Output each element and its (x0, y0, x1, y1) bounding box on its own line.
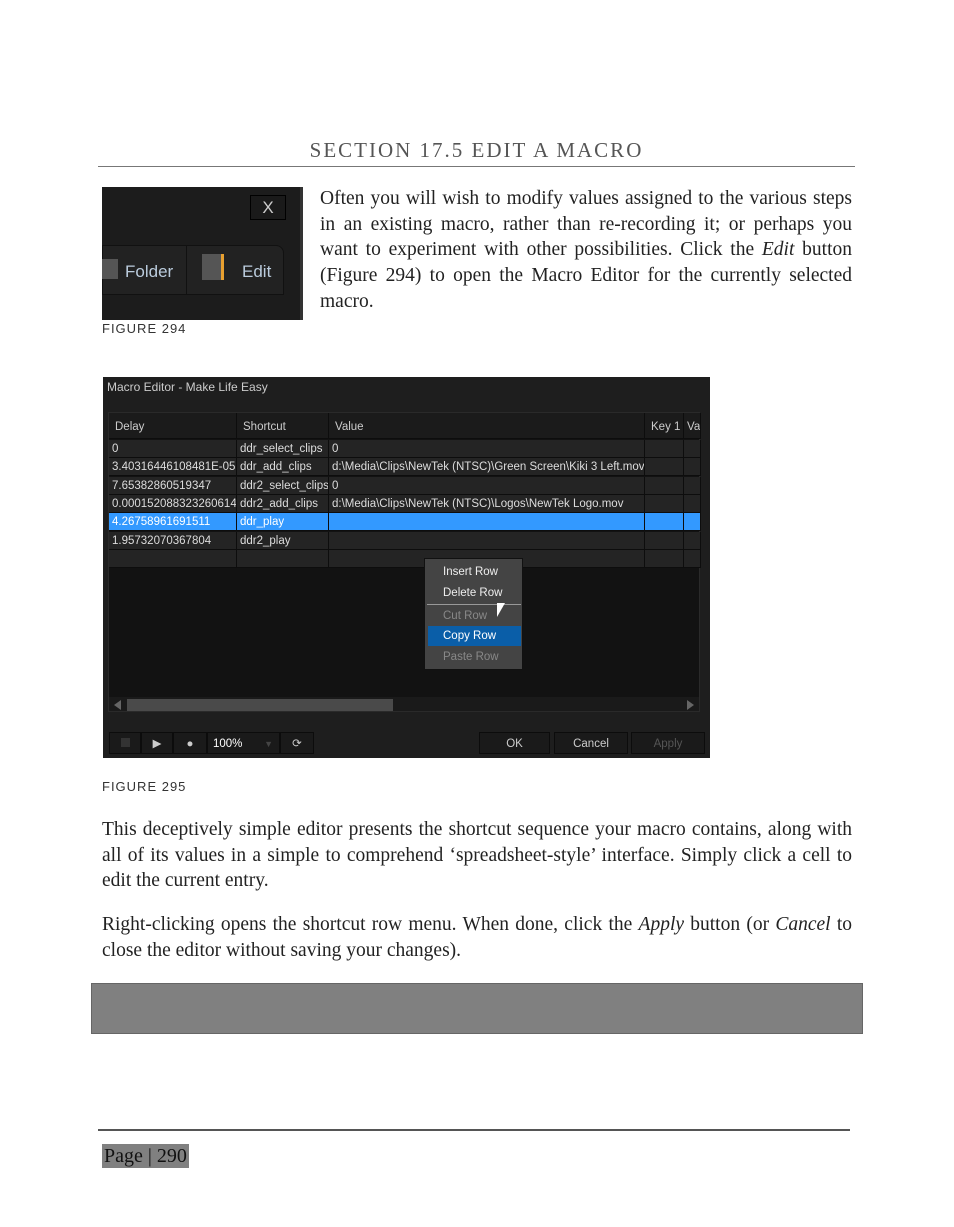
stop-icon (120, 738, 130, 747)
table-row[interactable] (109, 549, 701, 568)
table-cell[interactable]: 0.000152088323260614 (109, 494, 237, 513)
paragraph-editor-description: This deceptively simple editor presents … (102, 819, 852, 892)
ok-button[interactable]: OK (479, 732, 550, 754)
table-cell[interactable]: 7.65382860519347 (109, 476, 237, 495)
text-em: Apply (638, 914, 685, 935)
table-row[interactable]: 4.26758961691511 ddr_play (109, 513, 701, 532)
play-icon: ▶ (152, 738, 162, 750)
stop-button[interactable] (109, 732, 141, 754)
table-cell[interactable] (684, 440, 701, 458)
table-cell[interactable] (684, 513, 701, 532)
figure-295-caption: FIGURE 295 (102, 779, 187, 794)
table-row[interactable]: 3.40316446108481E-05 ddr_add_clips d:\Medi… (109, 458, 701, 477)
table-cell[interactable] (645, 531, 684, 550)
scroll-left-icon[interactable] (114, 700, 121, 710)
menu-item-insert-row[interactable]: Insert Row (428, 562, 521, 582)
context-menu: Insert Row Delete Row Cut Row Copy Row Paste… (424, 558, 523, 670)
table-row[interactable]: 0.000152088323260614 ddr2_add_clips d:\Med… (109, 494, 701, 513)
text: Right-clicking opens the shortcut row me… (102, 914, 639, 935)
table-cell[interactable]: d:\Media\Clips\NewTek (NTSC)\Green Scree… (329, 458, 645, 477)
text-em: Edit (761, 239, 795, 261)
chevron-down-icon: ▼ (264, 739, 273, 749)
table-cell[interactable] (329, 513, 645, 532)
mouse-cursor-icon (497, 603, 505, 617)
table-cell[interactable]: 0 (109, 440, 237, 458)
table-cell[interactable]: 1.95732070367804 (109, 531, 237, 550)
play-button[interactable]: ▶ (141, 732, 173, 754)
table-cell[interactable]: ddr2_play (237, 531, 329, 550)
menu-separator (427, 604, 521, 605)
scrollbar-thumb[interactable] (127, 699, 393, 711)
table-cell[interactable]: 0 (329, 440, 645, 458)
table-cell[interactable] (645, 440, 684, 458)
paragraph-right-click: Right-clicking opens the shortcut row me… (102, 912, 852, 963)
table-cell[interactable] (684, 549, 701, 568)
table-cell[interactable] (109, 549, 237, 568)
table-cell[interactable] (329, 531, 645, 550)
folder-button[interactable]: Folder (125, 262, 173, 282)
section-heading: SECTION 17.5 EDIT A MACRO (98, 138, 855, 167)
macro-grid: Delay Shortcut Value Key 1 Va 0 ddr_selec… (108, 412, 701, 712)
menu-item-delete-row[interactable]: Delete Row (428, 583, 521, 603)
column-header-value[interactable]: Value (329, 413, 645, 439)
column-header-delay[interactable]: Delay (109, 413, 237, 439)
table-cell[interactable] (684, 458, 701, 477)
apply-button[interactable]: Apply (631, 732, 705, 754)
footer-divider (98, 1129, 850, 1131)
edit-pencil-icon (202, 254, 224, 280)
figure-294-image: X Folder Edit (102, 187, 303, 320)
folder-icon (102, 259, 118, 279)
table-cell[interactable]: ddr_select_clips (237, 440, 329, 458)
table-cell[interactable] (237, 549, 329, 568)
close-button[interactable]: X (250, 195, 286, 220)
table-cell[interactable] (645, 513, 684, 532)
table-cell[interactable] (645, 476, 684, 495)
table-cell[interactable] (684, 494, 701, 513)
table-row[interactable]: 1.95732070367804 ddr2_play (109, 531, 701, 550)
menu-item-cut-row[interactable]: Cut Row (428, 606, 521, 626)
table-cell[interactable] (645, 458, 684, 477)
text-em: Cancel (775, 914, 831, 935)
refresh-icon: ⟳ (292, 738, 302, 750)
intro-paragraph: Often you will wish to modify values ass… (320, 186, 852, 315)
menu-item-copy-row[interactable]: Copy Row (428, 626, 521, 646)
window-title: Macro Editor - Make Life Easy (107, 380, 268, 394)
column-header-key1[interactable]: Key 1 (645, 413, 684, 439)
divider (186, 245, 187, 295)
table-cell[interactable] (645, 549, 684, 568)
column-header-shortcut[interactable]: Shortcut (237, 413, 329, 439)
table-cell[interactable]: ddr2_select_clips (237, 476, 329, 495)
record-button[interactable]: ● (173, 732, 207, 754)
table-cell[interactable]: d:\Media\Clips\NewTek (NTSC)\Logos\NewTe… (329, 494, 645, 513)
table-row[interactable]: 0 ddr_select_clips 0 (109, 440, 701, 458)
text: button (or (684, 914, 776, 935)
column-header-va[interactable]: Va (684, 413, 701, 439)
figure-294-caption: FIGURE 294 (102, 321, 187, 336)
loop-button[interactable]: ⟳ (280, 732, 314, 754)
table-cell[interactable] (684, 531, 701, 550)
table-cell[interactable] (684, 476, 701, 495)
table-cell[interactable] (645, 494, 684, 513)
edit-button[interactable]: Edit (242, 262, 271, 282)
cancel-button[interactable]: Cancel (554, 732, 628, 754)
header-row: Delay Shortcut Value Key 1 Va (109, 413, 701, 439)
menu-item-paste-row[interactable]: Paste Row (428, 647, 521, 667)
horizontal-scrollbar[interactable] (109, 697, 699, 711)
table-cell[interactable]: 3.40316446108481E-05 (109, 458, 237, 477)
table-row[interactable]: 7.65382860519347 ddr2_select_clips 0 (109, 476, 701, 495)
speed-dropdown[interactable]: 100% ▼ (207, 732, 280, 754)
speed-value: 100% (213, 738, 243, 750)
table-cell[interactable]: ddr_add_clips (237, 458, 329, 477)
scroll-right-icon[interactable] (687, 700, 694, 710)
table-cell[interactable]: 4.26758961691511 (109, 513, 237, 532)
gray-note-box (91, 983, 863, 1034)
table-cell[interactable]: ddr_play (237, 513, 329, 532)
table-cell[interactable]: 0 (329, 476, 645, 495)
page-number: Page | 290 (102, 1144, 189, 1168)
table-cell[interactable]: ddr2_add_clips (237, 494, 329, 513)
macro-editor-window: Macro Editor - Make Life Easy Delay Shor… (103, 377, 710, 758)
record-icon: ● (186, 738, 194, 750)
